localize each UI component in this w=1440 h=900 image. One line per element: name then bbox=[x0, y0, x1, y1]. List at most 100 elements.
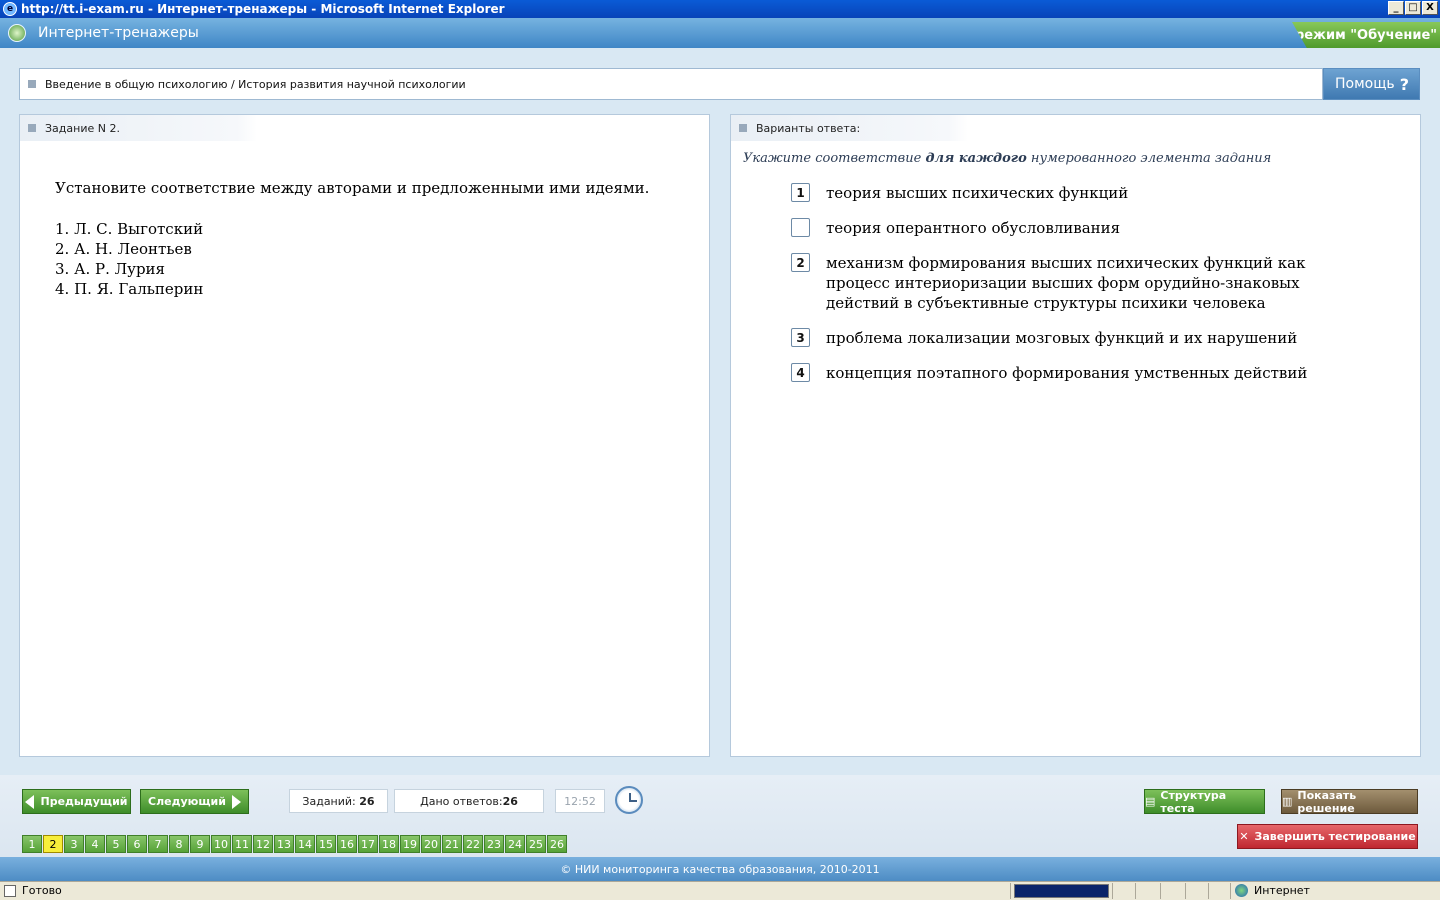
answer-option-text: теория высших психических функций bbox=[826, 184, 1129, 202]
page-button-7[interactable]: 7 bbox=[148, 835, 168, 853]
window-titlebar: e http://tt.i-exam.ru - Интернет-тренаже… bbox=[0, 0, 1440, 18]
tasks-count: 26 bbox=[359, 794, 375, 808]
runner-icon: ✕ bbox=[1239, 830, 1249, 843]
answer-option: 4 концепция поэтапного формирования умст… bbox=[791, 363, 1371, 383]
square-bullet-icon bbox=[28, 124, 36, 132]
match-input[interactable]: 4 bbox=[791, 363, 810, 382]
status-divider bbox=[1208, 883, 1209, 899]
app-logo-icon bbox=[8, 24, 26, 42]
page-button-22[interactable]: 22 bbox=[463, 835, 483, 853]
zone-text: Интернет bbox=[1254, 884, 1310, 897]
solution-label: Показать решение bbox=[1297, 788, 1357, 815]
task-question: Установите соответствие между авторами и… bbox=[55, 179, 650, 197]
minimize-button[interactable]: _ bbox=[1388, 1, 1404, 15]
security-zone: Интернет bbox=[1235, 884, 1310, 897]
author-item: 1. Л. С. Выготский bbox=[55, 220, 204, 238]
page-button-5[interactable]: 5 bbox=[106, 835, 126, 853]
clock-icon bbox=[615, 786, 643, 814]
close-button[interactable]: X bbox=[1422, 1, 1438, 15]
page-button-16[interactable]: 16 bbox=[337, 835, 357, 853]
prev-label: Предыдущий bbox=[40, 795, 128, 808]
structure-button[interactable]: ▤ Структура теста bbox=[1144, 788, 1265, 815]
answer-panel: Варианты ответа: Укажите соответствие дл… bbox=[730, 114, 1421, 757]
maximize-button[interactable]: □ bbox=[1405, 1, 1421, 15]
answer-option-text: концепция поэтапного формирования умстве… bbox=[826, 364, 1308, 382]
tasks-label: Заданий: bbox=[302, 794, 356, 808]
page-button-11[interactable]: 11 bbox=[232, 835, 252, 853]
status-divider bbox=[1160, 883, 1161, 899]
page-button-19[interactable]: 19 bbox=[400, 835, 420, 853]
page-button-20[interactable]: 20 bbox=[421, 835, 441, 853]
square-bullet-icon bbox=[739, 124, 747, 132]
window-controls: _ □ X bbox=[1388, 1, 1438, 15]
author-list: 1. Л. С. Выготский 2. А. Н. Леонтьев 3. … bbox=[55, 219, 203, 299]
page-button-2[interactable]: 2 bbox=[43, 835, 63, 853]
footer: © НИИ мониторинга качества образования, … bbox=[0, 857, 1440, 881]
page-button-9[interactable]: 9 bbox=[190, 835, 210, 853]
author-item: 3. А. Р. Лурия bbox=[55, 260, 166, 278]
finish-label: Завершить тестирование bbox=[1254, 830, 1416, 843]
status-divider bbox=[1010, 883, 1011, 899]
page-button-6[interactable]: 6 bbox=[127, 835, 147, 853]
answer-option: 3 проблема локализации мозговых функций … bbox=[791, 328, 1371, 348]
page-button-26[interactable]: 26 bbox=[547, 835, 567, 853]
page-button-23[interactable]: 23 bbox=[484, 835, 504, 853]
app-header: Интернет-тренажеры режим "Обучение" bbox=[0, 18, 1440, 48]
page-button-4[interactable]: 4 bbox=[85, 835, 105, 853]
author-item: 4. П. Я. Гальперин bbox=[55, 280, 204, 298]
page-button-24[interactable]: 24 bbox=[505, 835, 525, 853]
instruction-text: Укажите соответствие bbox=[743, 151, 926, 166]
page-button-18[interactable]: 18 bbox=[379, 835, 399, 853]
page-button-15[interactable]: 15 bbox=[316, 835, 336, 853]
page-button-25[interactable]: 25 bbox=[526, 835, 546, 853]
page-button-12[interactable]: 12 bbox=[253, 835, 273, 853]
structure-label: Структура теста bbox=[1160, 788, 1227, 815]
breadcrumb-text: Введение в общую психологию / История ра… bbox=[45, 77, 466, 91]
help-button[interactable]: Помощь ? bbox=[1323, 68, 1420, 100]
answer-option: теория оперантного обусловливания bbox=[791, 218, 1371, 238]
task-header: Задание N 2. bbox=[45, 121, 120, 135]
answered-label: Дано ответов: bbox=[420, 794, 503, 808]
page-icon bbox=[4, 884, 16, 897]
book-icon: ▥ bbox=[1282, 795, 1293, 808]
answered-count: 26 bbox=[502, 794, 518, 808]
mode-badge: режим "Обучение" bbox=[1292, 22, 1440, 48]
next-button[interactable]: Следующий bbox=[140, 789, 249, 814]
progress-bar bbox=[1014, 884, 1109, 898]
globe-icon bbox=[1235, 884, 1248, 897]
match-input[interactable] bbox=[791, 218, 810, 237]
page-button-13[interactable]: 13 bbox=[274, 835, 294, 853]
page-button-1[interactable]: 1 bbox=[22, 835, 42, 853]
match-input[interactable]: 3 bbox=[791, 328, 810, 347]
question-icon: ? bbox=[1399, 74, 1409, 94]
arrow-left-icon bbox=[25, 794, 35, 809]
page-button-10[interactable]: 10 bbox=[211, 835, 231, 853]
task-panel-header: Задание N 2. bbox=[20, 115, 415, 141]
breadcrumb: Введение в общую психологию / История ра… bbox=[19, 68, 1323, 100]
prev-button[interactable]: Предыдущий bbox=[22, 789, 131, 814]
answer-panel-header: Варианты ответа: bbox=[731, 115, 1126, 141]
finish-test-button[interactable]: ✕ Завершить тестирование bbox=[1237, 824, 1418, 849]
answer-option-text: теория оперантного обусловливания bbox=[826, 219, 1121, 237]
answer-option: 2 механизм формирования высших психическ… bbox=[791, 253, 1371, 313]
page-button-21[interactable]: 21 bbox=[442, 835, 462, 853]
statusbar: Готово Интернет bbox=[0, 881, 1440, 900]
arrow-right-icon bbox=[231, 794, 241, 809]
page-button-8[interactable]: 8 bbox=[169, 835, 189, 853]
status-text: Готово bbox=[22, 884, 62, 897]
author-item: 2. А. Н. Леонтьев bbox=[55, 240, 192, 258]
show-solution-button[interactable]: ▥ Показать решение bbox=[1281, 788, 1418, 815]
match-input[interactable]: 2 bbox=[791, 253, 810, 272]
instruction-bold: для каждого bbox=[925, 151, 1027, 166]
answer-instruction: Укажите соответствие для каждого нумеров… bbox=[743, 151, 1271, 166]
timer: 12:52 bbox=[555, 789, 605, 813]
status-divider bbox=[1185, 883, 1186, 899]
status-divider bbox=[1135, 883, 1136, 899]
window-title: http://tt.i-exam.ru - Интернет-тренажеры… bbox=[21, 2, 505, 16]
square-bullet-icon bbox=[28, 80, 36, 88]
page-button-14[interactable]: 14 bbox=[295, 835, 315, 853]
answer-option-text: проблема локализации мозговых функций и … bbox=[826, 329, 1298, 347]
page-button-3[interactable]: 3 bbox=[64, 835, 84, 853]
match-input[interactable]: 1 bbox=[791, 183, 810, 202]
page-button-17[interactable]: 17 bbox=[358, 835, 378, 853]
